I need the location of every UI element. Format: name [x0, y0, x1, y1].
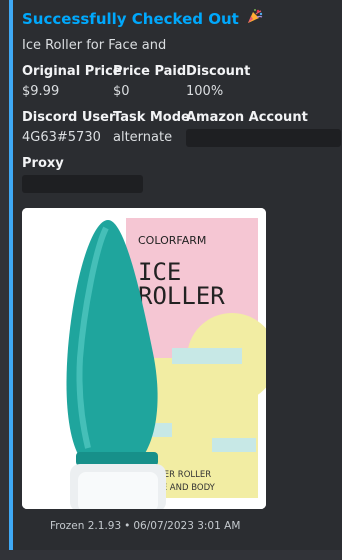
embed-description: Ice Roller for Face and	[22, 38, 167, 53]
field-value-discord-user: 4G63#5730	[22, 130, 101, 145]
field-name-task-mode: Task Mode	[113, 110, 190, 125]
party-popper-icon	[246, 8, 264, 28]
field-value-original-price: $9.99	[22, 84, 60, 99]
field-name-discount: Discount	[186, 64, 251, 79]
field-name-amazon-account: Amazon Account	[186, 110, 308, 125]
field-name-proxy: Proxy	[22, 156, 64, 171]
footer-separator: •	[124, 520, 131, 532]
field-name-discord-user: Discord User	[22, 110, 116, 125]
field-value-price-paid: $0	[113, 84, 130, 99]
footer-app: Frozen 2.1.93	[50, 520, 122, 532]
field-value-discount: 100%	[186, 84, 224, 99]
box-headline-2: ROLLER	[138, 282, 225, 310]
embed-title-text: Successfully Checked Out	[22, 10, 239, 28]
field-name-price-paid: Price Paid	[113, 64, 187, 79]
box-brand: COLORFARM	[138, 234, 206, 247]
embed-footer: Frozen 2.1.93 • 06/07/2023 3:01 AM	[50, 520, 240, 532]
embed-title: Successfully Checked Out	[22, 8, 264, 28]
product-image[interactable]: COLORFARM ICE ROLLER SAGER ROLLER FACE A…	[22, 208, 266, 509]
amazon-account-spoiler[interactable]	[186, 129, 341, 147]
footer-timestamp: 06/07/2023 3:01 AM	[133, 520, 241, 532]
proxy-spoiler[interactable]	[22, 175, 143, 193]
field-name-original-price: Original Price	[22, 64, 122, 79]
ice-roller-photo: COLORFARM ICE ROLLER SAGER ROLLER FACE A…	[22, 208, 266, 509]
field-value-task-mode: alternate	[113, 130, 173, 145]
